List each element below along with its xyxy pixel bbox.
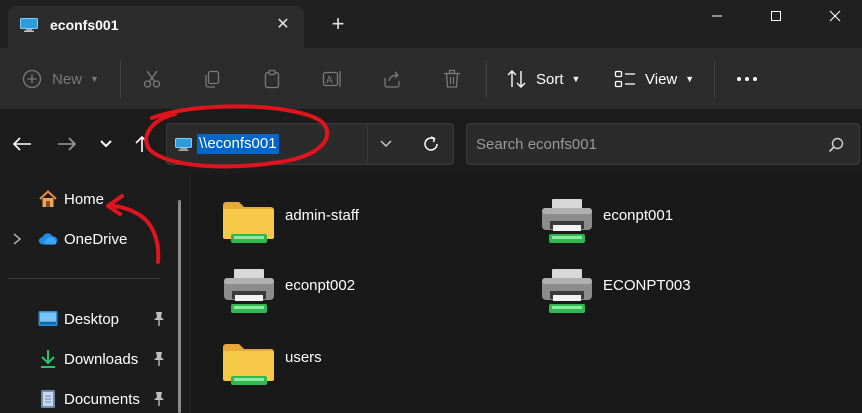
title-bar: econfs001 ✕ + (0, 0, 862, 48)
pin-icon[interactable] (152, 311, 166, 327)
more-button[interactable] (736, 64, 758, 94)
close-window-button[interactable] (812, 0, 858, 32)
chevron-down-icon: ▼ (90, 74, 99, 84)
arrow-up-icon (135, 135, 149, 152)
new-label: New (52, 70, 83, 88)
plus-icon[interactable]: + (327, 13, 349, 36)
address-divider (367, 124, 368, 164)
home-icon (38, 189, 58, 209)
rename-icon: A (322, 71, 341, 87)
up-button[interactable] (130, 133, 154, 155)
scissors-icon (143, 70, 161, 88)
chevron-down-icon (380, 140, 392, 147)
sidebar-item-label: OneDrive (64, 230, 128, 248)
sidebar-item-label: Desktop (64, 310, 120, 328)
sidebar-item-label: Downloads (64, 350, 139, 368)
navigation-pane: Home OneDrive Desktop Downloads Document… (0, 175, 190, 413)
view-label: View (645, 70, 678, 88)
close-icon[interactable]: ✕ (273, 15, 293, 35)
file-list: admin-staff econpt001 econpt002 ECONPT00… (191, 175, 862, 413)
chevron-down-icon: ▼ (685, 74, 695, 84)
paste-button[interactable] (262, 64, 282, 94)
recent-locations-button[interactable] (94, 133, 118, 155)
shared-folder-icon (223, 344, 274, 385)
toolbar-divider (714, 60, 715, 98)
tab-econfs001[interactable]: econfs001 ✕ (8, 6, 304, 48)
item-name: econpt002 (285, 277, 356, 294)
share-button[interactable] (382, 64, 402, 94)
chevron-down-icon (100, 140, 112, 148)
pin-icon[interactable] (152, 391, 166, 407)
sidebar-item-label: Home (64, 190, 105, 208)
chevron-down-icon: ▼ (571, 74, 581, 84)
add-circle-icon (22, 69, 42, 89)
sort-label: Sort (536, 70, 564, 88)
trash-icon (444, 69, 460, 88)
tab-label: econfs001 (50, 17, 119, 33)
monitor-icon (175, 138, 192, 151)
view-icon (614, 70, 635, 88)
sidebar-divider (8, 278, 160, 279)
sidebar-item-onedrive[interactable]: OneDrive (38, 225, 127, 253)
sidebar-item-label: Documents (64, 390, 140, 408)
delete-button[interactable] (442, 64, 462, 94)
arrow-right-icon (58, 137, 77, 151)
svg-text:A: A (326, 75, 333, 86)
forward-button[interactable] (55, 133, 79, 155)
new-button[interactable]: New ▼ (22, 64, 99, 94)
view-button[interactable]: View ▼ (614, 64, 694, 94)
toolbar-divider (486, 60, 487, 98)
pin-icon[interactable] (152, 351, 166, 367)
address-dropdown-button[interactable] (379, 136, 399, 154)
printer-icon (224, 269, 274, 313)
sidebar-item-desktop[interactable]: Desktop (38, 305, 119, 333)
printer-icon (542, 199, 592, 243)
item-name: ECONPT003 (603, 277, 691, 294)
sort-icon (507, 70, 526, 88)
clipboard-icon (264, 69, 280, 89)
share-icon (384, 71, 400, 88)
printer-icon (542, 269, 592, 313)
refresh-icon (424, 136, 438, 151)
item-name: admin-staff (285, 207, 359, 224)
sidebar-item-home[interactable]: Home (38, 185, 104, 213)
cut-button[interactable] (142, 64, 162, 94)
search-icon[interactable] (827, 136, 845, 154)
search-input[interactable]: Search econfs001 (476, 136, 597, 153)
cloud-icon (38, 229, 58, 249)
sidebar-scrollbar[interactable] (178, 200, 181, 413)
copy-button[interactable] (202, 64, 222, 94)
more-icon (737, 77, 757, 81)
maximize-icon (771, 11, 781, 21)
address-path[interactable]: \\econfs001 (197, 134, 279, 154)
refresh-button[interactable] (421, 134, 443, 156)
close-window-icon (829, 10, 841, 22)
minimize-icon (712, 15, 722, 17)
command-bar: New ▼ A Sort ▼ View ▼ (0, 48, 862, 110)
item-name: econpt001 (603, 207, 674, 224)
sidebar-item-downloads[interactable]: Downloads (38, 345, 138, 373)
shared-folder-icon (223, 202, 274, 243)
desktop-folder-icon (38, 309, 58, 329)
monitor-icon (20, 18, 38, 32)
back-button[interactable] (10, 133, 34, 155)
navigation-bar: \\econfs001 Search econfs001 (0, 111, 862, 175)
search-box[interactable]: Search econfs001 (466, 123, 860, 165)
rename-button[interactable]: A (322, 64, 344, 94)
download-icon (38, 349, 58, 369)
maximize-button[interactable] (753, 0, 799, 32)
chevron-right-icon[interactable] (12, 232, 24, 246)
sort-button[interactable]: Sort ▼ (506, 64, 580, 94)
minimize-button[interactable] (694, 0, 740, 32)
copy-icon (205, 70, 220, 88)
address-bar[interactable]: \\econfs001 (166, 123, 454, 165)
toolbar-divider (120, 60, 121, 98)
item-name: users (285, 349, 322, 366)
arrow-left-icon (12, 137, 31, 151)
sidebar-item-documents[interactable]: Documents (38, 385, 140, 413)
document-icon (38, 389, 58, 409)
